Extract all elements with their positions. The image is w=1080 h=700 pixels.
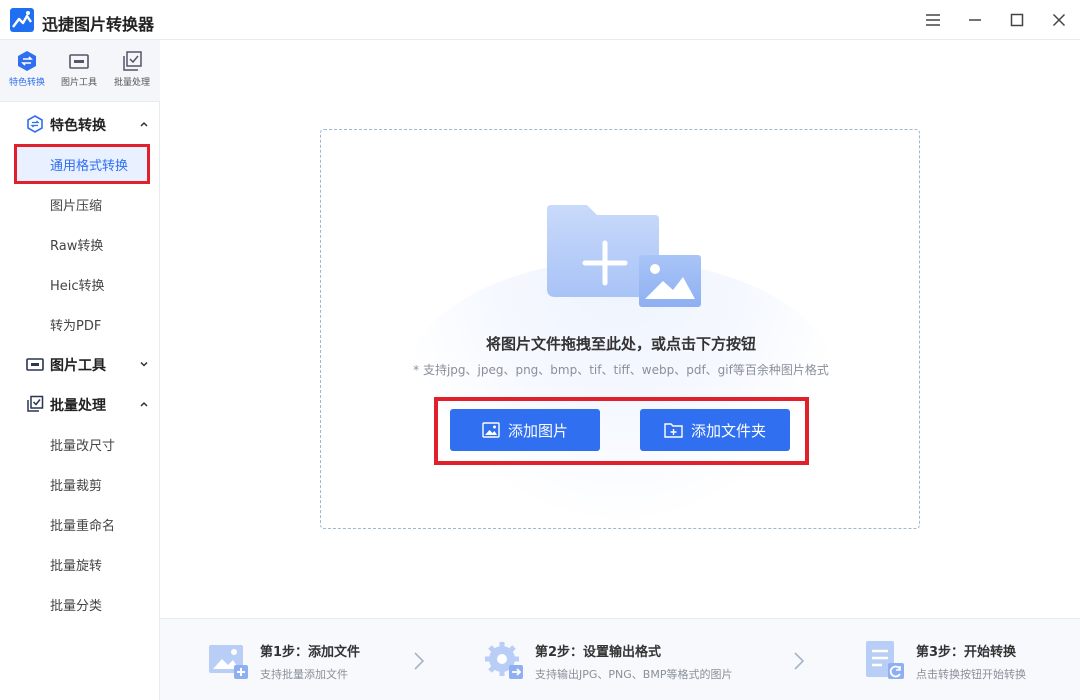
nav-group-image-tools[interactable]: 图片工具 xyxy=(0,344,160,384)
menu-button[interactable] xyxy=(920,8,946,32)
sidebar-item-batch-resize[interactable]: 批量改尺寸 xyxy=(14,424,150,464)
folder-add-image-icon xyxy=(547,205,701,307)
drop-zone[interactable]: 将图片文件拖拽至此处，或点击下方按钮 * 支持jpg、jpeg、png、bmp、… xyxy=(320,129,920,529)
image-tool-icon xyxy=(26,358,44,371)
sidebar-item-label: 批量旋转 xyxy=(50,559,103,574)
minimize-icon xyxy=(969,19,981,21)
drop-zone-hint: * 支持jpg、jpeg、png、bmp、tif、tiff、webp、pdf、g… xyxy=(413,363,829,377)
app-logo-icon xyxy=(10,8,34,32)
sidebar-item-label: 批量裁剪 xyxy=(50,479,103,494)
main-panel: 将图片文件拖拽至此处，或点击下方按钮 * 支持jpg、jpeg、png、bmp、… xyxy=(160,40,1080,618)
minimize-button[interactable] xyxy=(962,8,988,32)
add-image-step-icon xyxy=(209,645,248,679)
nav-group-batch[interactable]: 批量处理 xyxy=(0,384,160,424)
sidebar-item-batch-crop[interactable]: 批量裁剪 xyxy=(14,464,150,504)
close-icon xyxy=(1052,13,1066,27)
topnav-label: 图片工具 xyxy=(60,78,97,88)
document-convert-icon xyxy=(866,641,904,679)
sidebar-item-to-pdf[interactable]: 转为PDF xyxy=(14,304,150,344)
chevron-right-icon xyxy=(794,652,805,670)
add-image-label: 添加图片 xyxy=(507,421,568,440)
nav-group-label: 特色转换 xyxy=(50,118,106,134)
nav-group-label: 图片工具 xyxy=(50,358,106,374)
batch-icon xyxy=(27,395,44,412)
nav-group-label: 批量处理 xyxy=(50,398,106,414)
nav-group-convert[interactable]: 特色转换 xyxy=(0,104,160,144)
image-tool-icon xyxy=(69,54,89,69)
step-title: 第3步：开始转换 xyxy=(916,645,1017,660)
chevron-up-icon xyxy=(140,401,148,407)
step-title: 第2步：设置输出格式 xyxy=(535,645,662,660)
title-bar: 迅捷图片转换器 xyxy=(0,0,1080,40)
step-desc: 支持输出JPG、PNG、BMP等格式的图片 xyxy=(535,668,733,681)
add-folder-button[interactable]: 添加文件夹 xyxy=(640,409,790,451)
step-title: 第1步：添加文件 xyxy=(260,645,361,660)
sidebar-item-label: 批量分类 xyxy=(50,599,103,614)
convert-icon xyxy=(18,51,36,71)
sidebar-item-label: Heic转换 xyxy=(50,279,105,294)
convert-icon xyxy=(27,115,43,133)
gear-icon xyxy=(485,642,523,679)
step-desc: 点击转换按钮开始转换 xyxy=(916,668,1026,681)
steps-bar: 第1步：添加文件 支持批量添加文件 第2步：设置输出格式 支持输出JPG、PNG… xyxy=(160,618,1080,700)
maximize-icon xyxy=(1010,13,1024,27)
sidebar-item-heic[interactable]: Heic转换 xyxy=(14,264,150,304)
chevron-up-icon xyxy=(140,121,148,127)
app-title: 迅捷图片转换器 xyxy=(42,15,155,34)
sidebar-item-raw[interactable]: Raw转换 xyxy=(14,224,150,264)
sidebar-item-label: 通用格式转换 xyxy=(50,159,129,174)
drop-zone-title: 将图片文件拖拽至此处，或点击下方按钮 xyxy=(485,335,756,353)
chevron-right-icon xyxy=(414,652,425,670)
sidebar-item-label: 图片压缩 xyxy=(50,199,103,214)
add-folder-label: 添加文件夹 xyxy=(690,421,766,440)
topnav-label: 特色转换 xyxy=(8,78,45,88)
image-icon xyxy=(482,422,500,438)
maximize-button[interactable] xyxy=(1004,8,1030,32)
sidebar-item-batch-rotate[interactable]: 批量旋转 xyxy=(14,544,150,584)
sidebar-item-label: 批量改尺寸 xyxy=(50,439,116,454)
sidebar-item-compress[interactable]: 图片压缩 xyxy=(14,184,150,224)
sidebar-item-label: Raw转换 xyxy=(50,239,104,254)
topnav-image-tools[interactable]: 图片工具 xyxy=(54,50,104,96)
topnav-convert[interactable]: 特色转换 xyxy=(2,50,52,96)
sidebar-item-general-convert[interactable]: 通用格式转换 xyxy=(14,144,150,184)
hamburger-icon xyxy=(926,14,940,26)
chevron-down-icon xyxy=(140,361,148,367)
topnav-label: 批量处理 xyxy=(113,78,150,88)
close-button[interactable] xyxy=(1046,8,1072,32)
sidebar-item-batch-classify[interactable]: 批量分类 xyxy=(14,584,150,624)
folder-add-icon xyxy=(664,423,683,438)
sidebar-item-label: 转为PDF xyxy=(50,319,102,334)
batch-icon xyxy=(123,51,142,71)
sidebar: 特色转换 图片工具 批量处理 特色转换 通用格式转换 图片压缩 Raw转换 He… xyxy=(0,40,160,700)
topnav-batch[interactable]: 批量处理 xyxy=(107,50,157,96)
sidebar-item-batch-rename[interactable]: 批量重命名 xyxy=(14,504,150,544)
step-desc: 支持批量添加文件 xyxy=(260,668,348,681)
top-nav: 特色转换 图片工具 批量处理 xyxy=(0,40,160,102)
sidebar-item-label: 批量重命名 xyxy=(50,519,116,534)
add-image-button[interactable]: 添加图片 xyxy=(450,409,600,451)
